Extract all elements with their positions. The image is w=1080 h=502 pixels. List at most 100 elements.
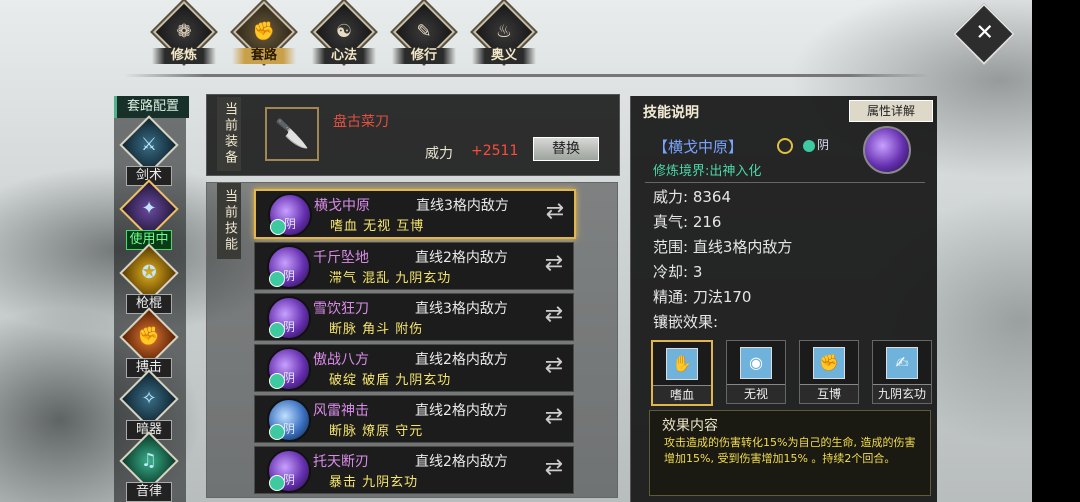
category-in-use[interactable]: ✦ 使用中: [119, 179, 180, 250]
sidebar-title: 套路配置: [114, 96, 189, 118]
skill-row[interactable]: 阴 傲战八方 直线2格内敌方 破绽 破盾 九阴玄功 ⇄: [254, 344, 574, 392]
book-icon: ✍: [886, 347, 918, 379]
close-icon: ✕: [975, 20, 994, 46]
top-nav: ❁ 修炼 ✊ 套路 ☯ 心法 ✎ 修行 ♨ 奥义: [150, 0, 538, 68]
weapon-slot[interactable]: 🔪: [265, 107, 319, 161]
gem-slot[interactable]: ✋ 嗜血: [651, 340, 713, 406]
detail-realm: 修炼境界:出神入化: [653, 164, 762, 179]
divider: [124, 74, 930, 77]
tab-practice[interactable]: ✎ 修行: [390, 0, 458, 68]
power-value: +2511: [471, 143, 519, 159]
yin-label: 阴: [283, 473, 296, 487]
stat-range: 范围: 直线3格内敌方: [653, 238, 793, 256]
weapon-name: 盘古菜刀: [333, 114, 389, 130]
screen-edge: [1032, 0, 1080, 502]
equipment-panel: 当前装备 🔪 盘古菜刀 威力 +2511 替换: [206, 94, 620, 176]
skill-range: 直线3格内敌方: [415, 301, 508, 317]
skill-effects: 暴击 九阴玄功: [329, 475, 419, 490]
skill-row[interactable]: 阴 托天断刃 直线2格内敌方 暴击 九阴玄功 ⇄: [254, 446, 574, 494]
tab-routine[interactable]: ✊ 套路: [230, 0, 298, 68]
skill-range: 直线2格内敌方: [415, 454, 508, 470]
skill-range: 直线3格内敌方: [416, 198, 509, 214]
stat-qi: 真气: 216: [653, 213, 722, 231]
close-button[interactable]: ✕: [952, 2, 1016, 66]
gem-slot[interactable]: ✊ 互博: [799, 340, 859, 404]
skill-name: 风雷神击: [313, 403, 369, 419]
gem-label: 无视: [727, 384, 785, 403]
swap-skill-icon[interactable]: ⇄: [541, 455, 567, 481]
skill-name: 傲战八方: [313, 352, 369, 368]
gem-label: 嗜血: [653, 385, 711, 404]
yin-label: 阴: [283, 371, 296, 385]
tab-label: 修炼: [152, 48, 216, 64]
tab-mind-method[interactable]: ☯ 心法: [310, 0, 378, 68]
skill-row[interactable]: 阴 横戈中原 直线3格内敌方 嗜血 无视 互博 ⇄: [254, 189, 576, 239]
skill-range: 直线2格内敌方: [415, 403, 508, 419]
stat-mastery: 精通: 刀法170: [653, 288, 752, 306]
skill-name: 横戈中原: [314, 198, 370, 214]
duel-icon: ✊: [813, 347, 845, 379]
cleaver-icon: 🔪: [274, 117, 310, 150]
gem-slot[interactable]: ◉ 无视: [726, 340, 786, 404]
tab-cultivate[interactable]: ❁ 修炼: [150, 0, 218, 68]
skill-name: 千斤坠地: [313, 250, 369, 266]
category-music[interactable]: ♫ 音律: [119, 431, 180, 502]
category-sword[interactable]: ⚔ 剑术: [119, 115, 180, 186]
tab-label: 奥义: [472, 48, 536, 64]
skills-tab-label: 当前技能: [217, 183, 241, 259]
skill-effects: 滞气 混乱 九阴玄功: [329, 271, 452, 286]
bloodthirst-icon: ✋: [666, 348, 698, 380]
category-hidden-weapon[interactable]: ✧ 暗器: [119, 369, 180, 440]
effect-text: 攻击造成的伤害转化15%为自己的生命, 造成的伤害增加15%, 受到伤害增加15…: [664, 436, 916, 465]
skill-row[interactable]: 阴 风雷神击 直线2格内敌方 断脉 燎原 守元 ⇄: [254, 395, 574, 443]
equipment-tab-label: 当前装备: [217, 97, 241, 171]
skill-range: 直线2格内敌方: [415, 250, 508, 266]
yin-label: 阴: [283, 320, 296, 334]
category-spear[interactable]: ✪ 枪棍: [119, 243, 180, 314]
inlay-label: 镶嵌效果:: [653, 313, 719, 331]
power-label: 威力: [425, 146, 453, 162]
skill-range: 直线2格内敌方: [415, 352, 508, 368]
skill-effects: 断脉 燎原 守元: [329, 424, 424, 439]
detail-yin: 阴: [803, 136, 829, 153]
tab-label: 心法: [312, 48, 376, 64]
skill-effects: 破绽 破盾 九阴玄功: [329, 373, 452, 388]
gem-row: ✋ 嗜血 ◉ 无视 ✊ 互博 ✍ 九阴玄功: [651, 340, 932, 406]
skill-effects: 断脉 角斗 附伤: [329, 322, 424, 337]
category-boxing[interactable]: ✊ 搏击: [119, 307, 180, 378]
skill-effects: 嗜血 无视 互博: [330, 219, 425, 234]
gem-slot[interactable]: ✍ 九阴玄功: [872, 340, 932, 404]
yin-label: 阴: [283, 269, 296, 283]
detail-skill-icon: [863, 126, 911, 174]
effect-title: 效果内容: [662, 418, 718, 434]
yin-label: 阴: [817, 138, 830, 152]
skill-name: 雪饮狂刀: [313, 301, 369, 317]
detail-header: 技能说明: [643, 105, 699, 121]
skill-row[interactable]: 阴 雪饮狂刀 直线3格内敌方 断脉 角斗 附伤 ⇄: [254, 293, 574, 341]
tab-secret-art[interactable]: ♨ 奥义: [470, 0, 538, 68]
compass-icon: [777, 138, 793, 154]
gem-label: 九阴玄功: [873, 384, 931, 403]
skill-row[interactable]: 阴 千斤坠地 直线2格内敌方 滞气 混乱 九阴玄功 ⇄: [254, 242, 574, 290]
swap-skill-icon[interactable]: ⇄: [542, 199, 568, 225]
swap-skill-icon[interactable]: ⇄: [541, 404, 567, 430]
detail-skill-name: 【横戈中原】: [653, 138, 744, 156]
divider: [645, 182, 925, 183]
swap-skill-icon[interactable]: ⇄: [541, 302, 567, 328]
category-label: 音律: [126, 482, 172, 502]
gem-label: 互博: [800, 384, 858, 403]
skill-name: 托天断刃: [313, 454, 369, 470]
tab-label: 修行: [392, 48, 456, 64]
swap-skill-icon[interactable]: ⇄: [541, 353, 567, 379]
effect-box: 效果内容 攻击造成的伤害转化15%为自己的生命, 造成的伤害增加15%, 受到伤…: [649, 410, 931, 496]
skill-detail-panel: 技能说明 属性详解 【横戈中原】 阴 修炼境界:出神入化 威力: 8364 真气…: [630, 96, 937, 502]
swap-skill-icon[interactable]: ⇄: [541, 251, 567, 277]
swap-weapon-button[interactable]: 替换: [533, 137, 599, 161]
stat-power: 威力: 8364: [653, 188, 731, 206]
eye-icon: ◉: [740, 347, 772, 379]
yin-label: 阴: [284, 217, 297, 231]
yin-label: 阴: [283, 422, 296, 436]
stat-cooldown: 冷却: 3: [653, 263, 703, 281]
yin-icon: [803, 139, 815, 152]
attribute-detail-button[interactable]: 属性详解: [849, 100, 933, 122]
